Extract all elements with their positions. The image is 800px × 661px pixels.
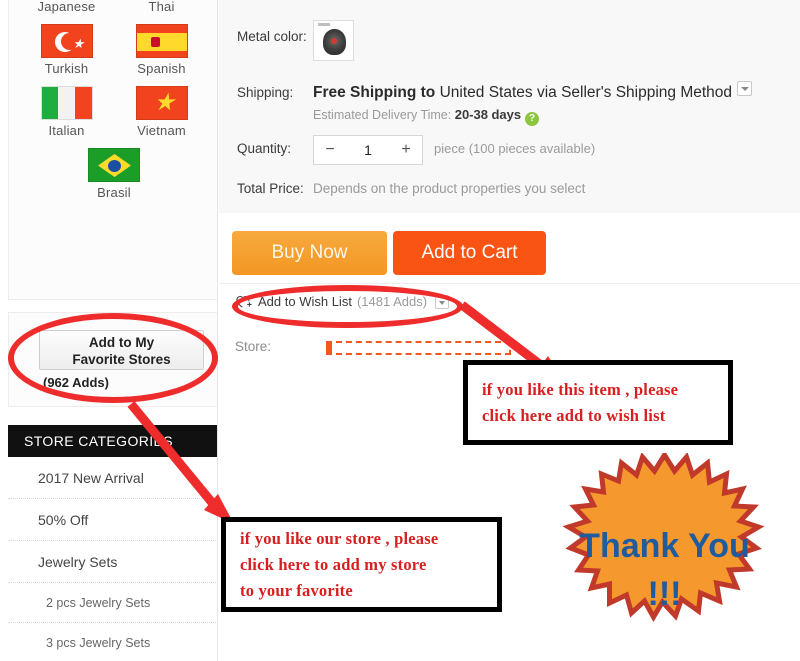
annotation-store-note: if you like our store , please click her… <box>221 517 502 612</box>
thank-you-starburst: Thank You !!! <box>562 453 765 622</box>
annotation-wish-list-note: if you like this item , please click her… <box>463 360 733 445</box>
annotation-line: to your favorite <box>240 580 353 600</box>
thank-you-line2: !!! <box>648 575 682 613</box>
annotation-line: if you like this item , please <box>482 379 679 399</box>
thank-you-line1: Thank You <box>579 527 750 565</box>
annotation-line: click here add to wish list <box>482 405 666 425</box>
annotation-line: if you like our store , please <box>240 528 439 548</box>
annotation-line: click here to add my store <box>240 554 427 574</box>
